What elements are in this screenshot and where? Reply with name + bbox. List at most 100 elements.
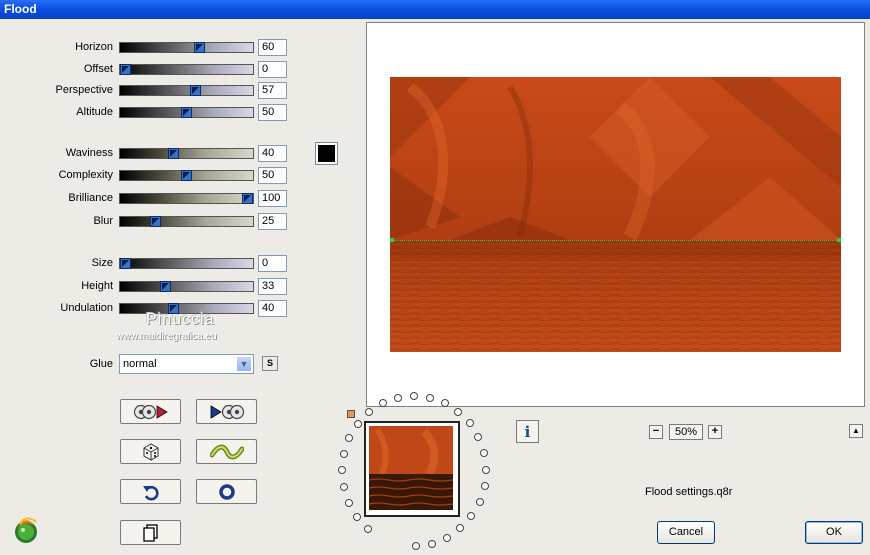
slider-thumb[interactable] — [160, 281, 171, 292]
offset-value-field[interactable]: 0 — [258, 61, 287, 78]
brilliance-slider[interactable] — [119, 193, 254, 204]
brilliance-value-field[interactable]: 100 — [258, 190, 287, 207]
dial-dot[interactable] — [481, 465, 490, 474]
size-slider[interactable] — [119, 258, 254, 269]
dial-dot[interactable] — [353, 420, 362, 429]
dial-dot[interactable] — [364, 524, 373, 533]
glue-select[interactable]: normal ▼ — [119, 354, 254, 374]
horizon-handle-right[interactable] — [837, 238, 841, 242]
slider-thumb[interactable] — [190, 85, 201, 96]
slider-thumb[interactable] — [150, 216, 161, 227]
preview-panel[interactable] — [366, 22, 865, 407]
slider-thumb[interactable] — [120, 258, 131, 269]
chevron-up-icon: ▲ — [852, 426, 860, 435]
glue-s-button[interactable]: S — [262, 356, 278, 371]
dial-dot[interactable] — [345, 434, 354, 443]
blur-slider[interactable] — [119, 216, 254, 227]
dial-handle[interactable] — [347, 410, 355, 418]
thumbnail-image — [368, 426, 454, 510]
save-settings-button[interactable] — [196, 399, 257, 424]
ring-icon — [218, 483, 235, 500]
chevron-down-icon[interactable]: ▼ — [236, 356, 252, 372]
blur-value-field[interactable]: 25 — [258, 213, 287, 230]
dial-dot[interactable] — [412, 541, 421, 550]
horizon-value-field[interactable]: 60 — [258, 39, 287, 56]
slider-label: Offset — [83, 63, 113, 75]
dial-dot[interactable] — [339, 449, 348, 458]
horizon-slider[interactable] — [119, 42, 254, 53]
dial-dot[interactable] — [409, 392, 418, 400]
reset-button[interactable] — [196, 479, 257, 504]
size-value-field[interactable]: 0 — [258, 255, 287, 272]
height-slider[interactable] — [119, 281, 254, 292]
slider-row-horizon: Horizon 60 — [0, 39, 300, 56]
dial-dot[interactable] — [338, 466, 346, 475]
slider-label: Height — [81, 280, 113, 292]
dial-dot[interactable] — [475, 497, 484, 506]
slider-row-complexity: Complexity 50 — [0, 167, 300, 184]
load-settings-button[interactable] — [120, 399, 181, 424]
dial-dot[interactable] — [479, 449, 488, 458]
copy-button[interactable] — [120, 520, 181, 545]
dial-dot[interactable] — [454, 407, 463, 416]
slider-label: Complexity — [58, 169, 113, 181]
complexity-slider[interactable] — [119, 170, 254, 181]
height-value-field[interactable]: 33 — [258, 278, 287, 295]
waviness-slider[interactable] — [119, 148, 254, 159]
document-icon — [142, 523, 158, 542]
dial-dot[interactable] — [353, 512, 361, 521]
dial-dot[interactable] — [365, 408, 374, 417]
perspective-slider[interactable] — [119, 85, 254, 96]
dial-dot[interactable] — [456, 524, 465, 533]
dial-dot[interactable] — [339, 482, 348, 491]
dial-dot[interactable] — [443, 533, 452, 542]
slider-row-perspective: Perspective 57 — [0, 82, 300, 99]
color-swatch[interactable] — [315, 142, 338, 165]
flood-preview-graphic — [390, 77, 841, 352]
zoom-in-button[interactable]: + — [708, 425, 722, 439]
complexity-value-field[interactable]: 50 — [258, 167, 287, 184]
dial-dot[interactable] — [428, 539, 437, 548]
dial-dot[interactable] — [480, 482, 489, 491]
slider-thumb[interactable] — [181, 170, 192, 181]
zoom-level: 50% — [669, 424, 703, 440]
altitude-slider[interactable] — [119, 107, 254, 118]
slider-label: Waviness — [65, 147, 113, 159]
dial-dot[interactable] — [467, 512, 476, 521]
randomize-button[interactable] — [120, 439, 181, 464]
offset-slider[interactable] — [119, 64, 254, 75]
horizon-handle-left[interactable] — [390, 238, 394, 242]
scroll-up-button[interactable]: ▲ — [849, 424, 863, 438]
cancel-button[interactable]: Cancel — [657, 521, 715, 544]
waviness-value-field[interactable]: 40 — [258, 145, 287, 162]
slider-row-blur: Blur 25 — [0, 213, 300, 230]
ok-button[interactable]: OK — [805, 521, 863, 544]
horizon-marker-line[interactable] — [390, 240, 841, 241]
altitude-value-field[interactable]: 50 — [258, 104, 287, 121]
preview-image[interactable] — [390, 77, 841, 352]
undulation-value-field[interactable]: 40 — [258, 300, 287, 317]
watermark-url: www.maidiregrafica.eu — [116, 331, 217, 342]
slider-thumb[interactable] — [181, 107, 192, 118]
dial-dot[interactable] — [393, 393, 402, 402]
perspective-value-field[interactable]: 57 — [258, 82, 287, 99]
slider-thumb[interactable] — [194, 42, 205, 53]
dial-dot[interactable] — [440, 399, 449, 408]
info-button[interactable]: i — [516, 420, 539, 443]
thumbnail-preview[interactable] — [364, 421, 460, 517]
dial-dot[interactable] — [344, 498, 353, 507]
slider-row-altitude: Altitude 50 — [0, 104, 300, 121]
wave-button[interactable] — [196, 439, 257, 464]
slider-label: Brilliance — [68, 192, 113, 204]
slider-row-brilliance: Brilliance 100 — [0, 190, 300, 207]
slider-thumb[interactable] — [168, 148, 179, 159]
undo-button[interactable] — [120, 479, 181, 504]
slider-row-waviness: Waviness 40 — [0, 145, 300, 162]
dial-dot[interactable] — [474, 433, 483, 442]
zoom-out-button[interactable]: − — [649, 425, 663, 439]
dial-dot[interactable] — [465, 419, 474, 428]
dial-dot[interactable] — [425, 393, 434, 402]
slider-thumb[interactable] — [242, 193, 253, 204]
slider-thumb[interactable] — [120, 64, 131, 75]
glue-label: Glue — [89, 358, 113, 370]
